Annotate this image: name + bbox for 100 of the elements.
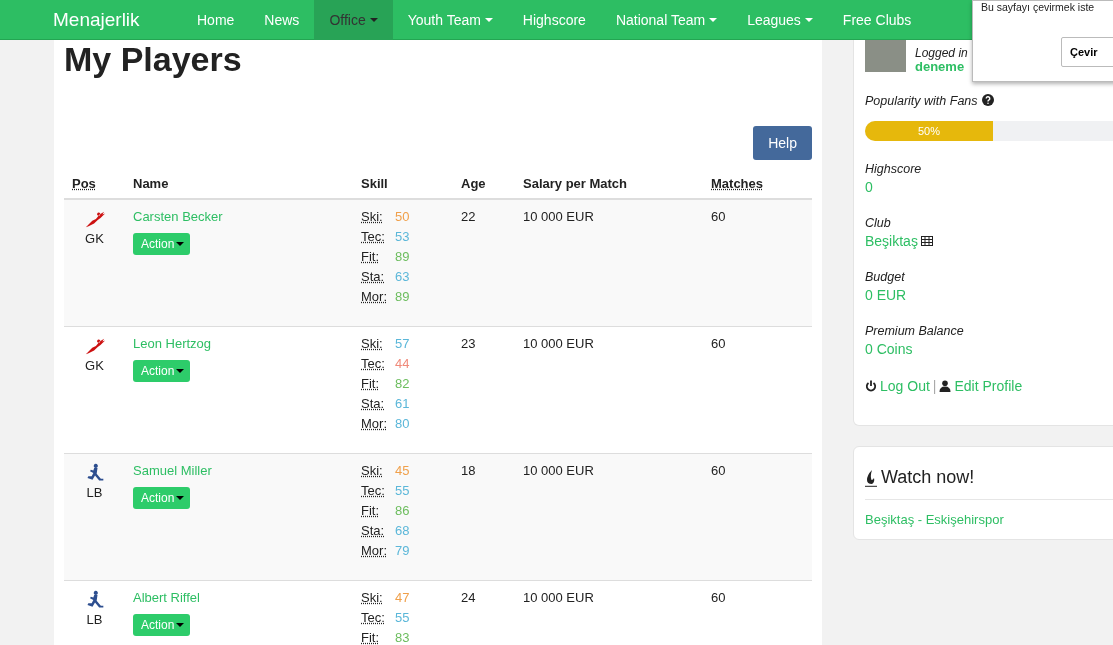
caret-icon [484,17,493,22]
watch-title: Watch now! [881,467,975,488]
edit-profile-link[interactable]: Edit Profile [954,378,1023,394]
progress-reading: 50% [918,125,940,137]
skill-value: 89 [395,249,410,266]
skill-value: 45 [395,463,410,480]
column-header: Age [460,176,487,191]
skill-value: 82 [395,376,410,393]
player-name-link[interactable]: Samuel Miller [133,463,212,478]
nav-item[interactable]: Home [182,0,250,40]
salary-cell-text: 10 000 EUR [522,209,595,226]
skill-label: Tec: [361,356,386,373]
age-cell-text: 24 [460,590,477,607]
skill-label: Fit: [361,376,381,393]
caret-icon [804,17,813,22]
skill-value: 57 [395,336,410,353]
skill-label: Tec: [361,483,386,500]
skill-label: Mor: [361,543,388,560]
skill-value: 80 [395,416,410,433]
stat-label: Premium Balance [865,324,965,338]
stat-label: Budget [865,270,906,284]
skill-label: Fit: [361,630,381,645]
flame-icon [865,468,877,487]
caret-icon [176,623,185,627]
popularity-label: Popularity with Fans [865,94,978,108]
skill-label: Ski: [361,336,384,353]
skill-value: 50 [395,209,410,226]
user-icon [939,380,952,392]
column-header: Matches [710,176,765,191]
stat-value-link[interactable]: 0 Coins [865,341,913,357]
age-cell-text: 18 [460,463,477,480]
username-link[interactable]: deneme [915,59,968,74]
skill-label: Ski: [361,209,384,226]
skill-value: 86 [395,503,410,520]
logout-link[interactable]: Log Out [880,378,930,394]
nav-item[interactable]: Leagues [732,0,828,40]
age-cell-text: 22 [460,209,477,226]
action-dropdown-button[interactable]: Action [133,360,191,382]
skill-label: Ski: [361,463,384,480]
help-button[interactable]: Help [753,126,812,160]
column-header: Salary per Match [522,176,629,191]
stat-value-link[interactable]: 0 [865,179,873,195]
nav-item[interactable]: Highscore [507,0,601,40]
power-icon [865,380,877,392]
skill-value: 55 [395,483,410,500]
stat-value-link[interactable]: Beşiktaş [865,233,933,249]
salary-cell-text: 10 000 EUR [522,463,595,480]
player-name-link[interactable]: Albert Riffel [133,590,200,605]
position-label: GK [85,231,104,246]
table-icon [920,236,933,246]
nav-item[interactable]: News [249,0,315,40]
nav-item[interactable]: Office [314,0,393,40]
action-dropdown-button[interactable]: Action [133,233,191,255]
brand-logo[interactable]: Menajerlik [53,8,164,31]
skill-value: 53 [395,229,410,246]
translate-button[interactable]: Çevir [1061,37,1113,67]
skill-label: Mor: [361,416,388,433]
matches-cell-text: 60 [710,209,727,226]
skill-label: Tec: [361,610,386,627]
caret-icon [369,17,378,22]
column-header: Name [132,176,170,191]
stat-label: Highscore [865,162,923,176]
match-link[interactable]: Beşiktaş - Eskişehirspor [865,512,1004,527]
nav-item[interactable]: Youth Team [392,0,508,40]
position-label: GK [85,358,104,373]
translate-prompt: Bu sayfayı çevirmek iste [981,1,1095,13]
skill-value: 55 [395,610,410,627]
skill-value: 63 [395,269,410,286]
separator: | [932,378,937,394]
age-cell-text: 23 [460,336,477,353]
action-dropdown-button[interactable]: Action [133,487,191,509]
skill-value: 47 [395,590,410,607]
caret-icon [709,17,718,22]
skill-label: Fit: [361,503,381,520]
stat-value-link[interactable]: 0 EUR [865,287,907,303]
skill-value: 44 [395,356,410,373]
position-label: LB [86,612,103,627]
skill-value: 61 [395,396,410,413]
logged-in-label: Logged in [915,47,968,59]
skill-label: Ski: [361,590,384,607]
column-header: Pos [71,176,97,191]
skill-label: Mor: [361,289,388,306]
caret-icon [176,242,185,246]
player-name-link[interactable]: Leon Hertzog [133,336,212,351]
action-dropdown-button[interactable]: Action [133,614,191,636]
nav-item[interactable]: National Team [600,0,733,40]
matches-cell-text: 60 [710,336,727,353]
matches-cell-text: 60 [710,463,727,480]
nav-item[interactable]: Free Clubs [827,0,927,40]
column-header: Skill [360,176,389,191]
matches-cell-text: 60 [710,590,727,607]
player-name-link[interactable]: Carsten Becker [133,209,223,224]
salary-cell-text: 10 000 EUR [522,336,595,353]
skill-value: 89 [395,289,410,306]
caret-icon [176,496,185,500]
skill-label: Sta: [361,523,386,540]
skill-label: Sta: [361,269,386,286]
skill-value: 83 [395,630,410,645]
position-label: LB [86,485,103,500]
photo-placeholder [865,40,906,72]
